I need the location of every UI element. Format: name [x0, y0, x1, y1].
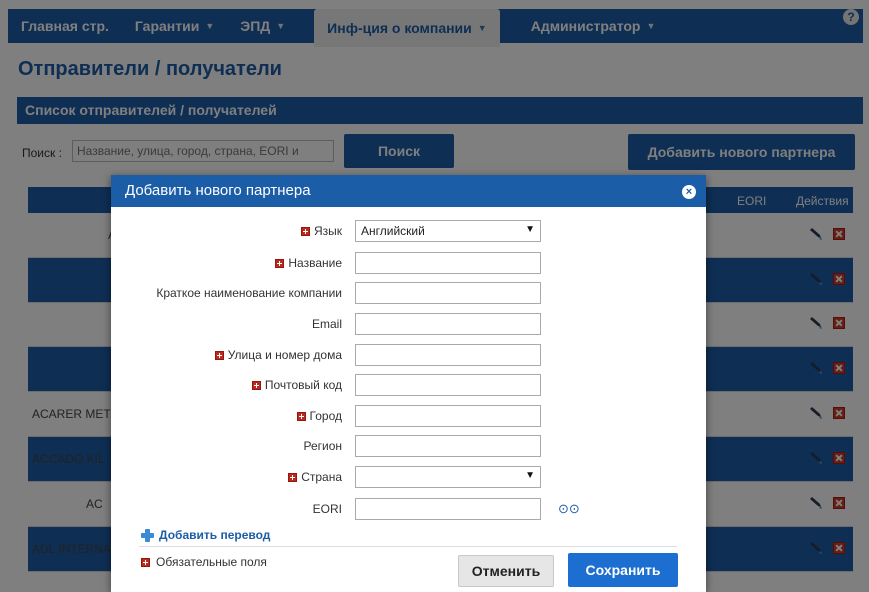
field-label-text: Почтовый код [264, 378, 342, 392]
field-label: Город [296, 409, 342, 423]
field-label-text: Страна [301, 470, 342, 484]
field-label: EORI [313, 502, 342, 516]
text-field[interactable] [355, 344, 541, 366]
text-field[interactable] [355, 252, 541, 274]
field-label-text: Улица и номер дома [227, 348, 342, 362]
save-button[interactable]: Сохранить [568, 553, 678, 587]
field-label: Почтовый код [251, 378, 342, 392]
field-label: Краткое наименование компании [156, 286, 342, 300]
field-label-text: Регион [303, 439, 342, 453]
dropdown-arrow-icon: ▼ [525, 224, 535, 235]
add-translation-link[interactable]: Добавить перевод [141, 528, 270, 542]
required-icon [300, 226, 310, 236]
form-row: Название [111, 252, 706, 276]
text-field[interactable] [355, 313, 541, 335]
required-icon [296, 411, 306, 421]
text-field[interactable] [355, 405, 541, 427]
required-note: Обязательные поля [141, 555, 267, 569]
required-icon [141, 557, 150, 567]
text-field[interactable] [355, 498, 541, 520]
divider [139, 546, 677, 547]
required-icon [275, 258, 285, 268]
close-icon[interactable]: × [682, 185, 696, 199]
required-icon [214, 350, 224, 360]
form-row: Почтовый код [111, 374, 706, 398]
form-row: Улица и номер дома [111, 344, 706, 368]
plus-icon [141, 528, 154, 542]
dropdown-arrow-icon: ▼ [525, 470, 535, 481]
field-label: Регион [303, 439, 342, 453]
required-note-label: Обязательные поля [156, 555, 267, 569]
dialog-title: Добавить нового партнера [111, 175, 706, 207]
field-label-text: Email [311, 317, 342, 331]
form-row: Город [111, 405, 706, 429]
form-row: Регион [111, 435, 706, 459]
field-label: Страна [288, 470, 342, 484]
add-partner-dialog: Добавить нового партнера × Язык Английски… [111, 175, 706, 592]
select-field[interactable]: ▼ [355, 466, 541, 488]
required-icon [288, 472, 298, 482]
form-row: EORI ⊙⊙ [111, 498, 706, 522]
form-row: Страна ▼ [111, 466, 706, 490]
field-label-text: Язык [313, 224, 342, 238]
select-field[interactable]: Английский ▼ [355, 220, 541, 242]
field-label-text: EORI [312, 502, 342, 516]
field-label: Язык [300, 224, 342, 238]
field-label-text: Название [288, 256, 342, 270]
cancel-button[interactable]: Отменить [458, 555, 554, 587]
field-value: Английский [361, 224, 425, 238]
field-label: Название [275, 256, 342, 270]
field-label: Улица и номер дома [214, 348, 342, 362]
field-label: Email [312, 317, 342, 331]
binoculars-icon[interactable]: ⊙⊙ [558, 501, 580, 517]
form-row: Язык Английский ▼ [111, 220, 706, 244]
text-field[interactable] [355, 435, 541, 457]
required-icon [251, 380, 261, 390]
text-field[interactable] [355, 282, 541, 304]
field-label-text: Краткое наименование компании [156, 286, 342, 300]
form-row: Email [111, 313, 706, 337]
form-row: Краткое наименование компании [111, 282, 706, 306]
text-field[interactable] [355, 374, 541, 396]
add-translation-label: Добавить перевод [159, 528, 271, 542]
field-label-text: Город [309, 409, 342, 423]
